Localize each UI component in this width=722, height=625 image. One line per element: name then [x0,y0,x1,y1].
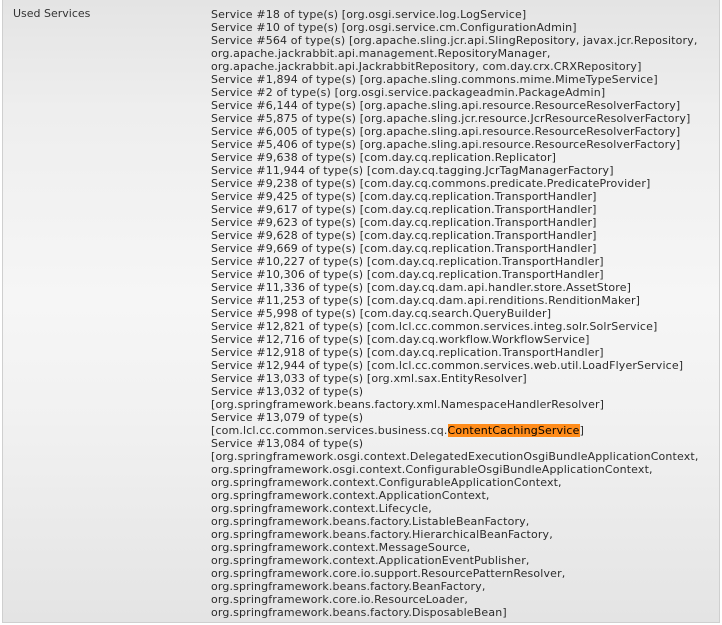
service-line: Service #9,623 of type(s) [com.day.cq.re… [211,216,597,229]
service-line: org.springframework.context.MessageSourc… [211,541,471,554]
search-match-highlight: ContentCachingService [447,424,580,437]
service-line: org.apache.jackrabbit.api.management.Rep… [211,47,551,60]
service-line: [org.springframework.beans.factory.xml.N… [211,398,605,411]
service-line: Service #9,617 of type(s) [com.day.cq.re… [211,203,597,216]
service-line: Service #10 of type(s) [org.osgi.service… [211,21,577,34]
service-line: org.springframework.beans.factory.Hierar… [211,528,553,541]
service-line: Service #2 of type(s) [org.osgi.service.… [211,86,606,99]
service-line: Service #18 of type(s) [org.osgi.service… [211,8,527,21]
service-line: Service #5,406 of type(s) [org.apache.sl… [211,138,681,151]
service-line: Service #12,918 of type(s) [com.day.cq.r… [211,346,604,359]
service-line: Service #11,944 of type(s) [com.day.cq.t… [211,164,614,177]
service-line: Service #11,336 of type(s) [com.day.cq.d… [211,281,632,294]
service-line: Service #9,628 of type(s) [com.day.cq.re… [211,229,597,242]
service-line: Service #5,998 of type(s) [com.day.cq.se… [211,307,552,320]
highlight-suffix: ] [579,424,585,437]
service-line: org.apache.jackrabbit.api.JackrabbitRepo… [211,60,642,73]
service-line: Service #13,084 of type(s) [211,437,364,450]
used-services-list: Service #18 of type(s) [org.osgi.service… [211,8,716,619]
service-line: Service #10,306 of type(s) [com.day.cq.r… [211,268,604,281]
service-line: org.springframework.context.ApplicationC… [211,489,490,502]
service-line: Service #9,638 of type(s) [com.day.cq.re… [211,151,557,164]
service-line: org.springframework.core.io.support.Reso… [211,567,566,580]
service-line: Service #12,821 of type(s) [com.lcl.cc.c… [211,320,658,333]
service-line: Service #9,669 of type(s) [com.day.cq.re… [211,242,597,255]
service-line: Service #13,032 of type(s) [211,385,364,398]
service-line: org.springframework.osgi.context.Configu… [211,463,653,476]
service-line: Service #9,425 of type(s) [com.day.cq.re… [211,190,597,203]
service-line: Service #11,253 of type(s) [com.day.cq.d… [211,294,641,307]
service-line: org.springframework.beans.factory.BeanFa… [211,580,486,593]
service-line: org.springframework.core.io.ResourceLoad… [211,593,469,606]
service-line: Service #6,144 of type(s) [org.apache.sl… [211,99,681,112]
used-services-label: Used Services [13,7,91,20]
service-line: Service #9,238 of type(s) [com.day.cq.co… [211,177,651,190]
service-line: Service #10,227 of type(s) [com.day.cq.r… [211,255,604,268]
service-line: Service #564 of type(s) [org.apache.slin… [211,34,698,47]
service-line: org.springframework.context.ApplicationE… [211,554,530,567]
service-line: Service #12,944 of type(s) [com.lcl.cc.c… [211,359,684,372]
service-line: org.springframework.beans.factory.Dispos… [211,606,507,619]
service-line: [org.springframework.osgi.context.Delega… [211,450,699,463]
service-line: Service #12,716 of type(s) [com.day.cq.w… [211,333,590,346]
service-line: Service #13,033 of type(s) [org.xml.sax.… [211,372,527,385]
service-line: Service #13,079 of type(s) [211,411,364,424]
used-services-panel: Used Services Service #18 of type(s) [or… [2,0,720,623]
service-line: org.springframework.context.Configurable… [211,476,562,489]
service-line: Service #6,005 of type(s) [org.apache.sl… [211,125,681,138]
highlight-prefix: [com.lcl.cc.common.services.business.cq. [211,424,448,437]
service-line: Service #5,875 of type(s) [org.apache.sl… [211,112,691,125]
service-line: Service #1,894 of type(s) [org.apache.sl… [211,73,658,86]
service-line: org.springframework.context.Lifecycle, [211,502,432,515]
service-line-highlighted: [com.lcl.cc.common.services.business.cq.… [211,424,716,437]
service-line: org.springframework.beans.factory.Listab… [211,515,530,528]
